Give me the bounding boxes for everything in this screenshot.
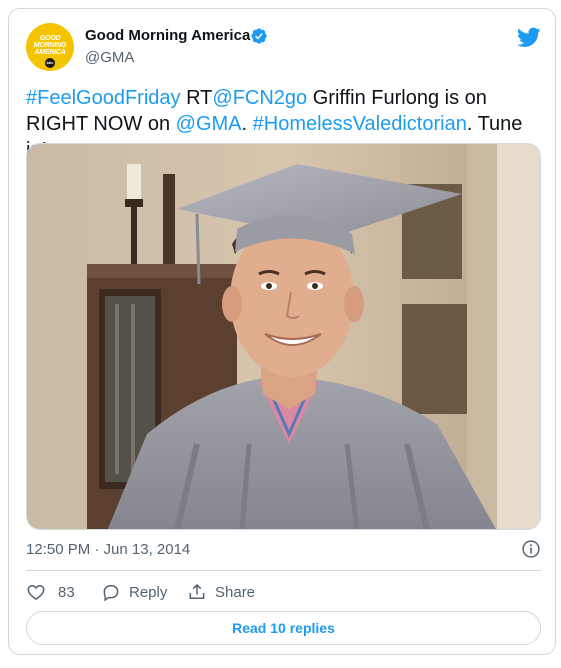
read-replies-button[interactable]: Read 10 replies	[26, 611, 541, 645]
reply-bubble-icon	[103, 585, 119, 602]
tweet-photo[interactable]	[26, 143, 541, 530]
like-button[interactable]: 83	[26, 581, 75, 603]
like-count: 83	[58, 583, 75, 601]
share-label: Share	[215, 583, 256, 601]
hashtag-link[interactable]: #FeelGoodFriday	[26, 87, 181, 109]
avatar-logo-text: GOOD MORNING AMERICA	[33, 35, 67, 56]
info-icon[interactable]	[521, 539, 541, 559]
verified-badge-icon	[251, 28, 267, 44]
tweet-timestamp[interactable]: 12:50 PM · Jun 13, 2014	[26, 541, 190, 558]
divider	[26, 570, 541, 571]
mention-link[interactable]: @FCN2go	[212, 87, 307, 109]
share-button[interactable]: Share	[187, 581, 255, 603]
tweet-card: GOOD MORNING AMERICA abc Good Morning Am…	[8, 8, 556, 655]
display-name[interactable]: Good Morning America	[85, 27, 250, 44]
avatar[interactable]: GOOD MORNING AMERICA abc	[26, 23, 74, 71]
text-segment: .	[241, 113, 253, 135]
account-handle[interactable]: @GMA	[85, 49, 134, 66]
abc-logo-badge: abc	[45, 58, 55, 68]
hashtag-link[interactable]: #HomelessValedictorian	[253, 113, 467, 135]
reply-label: Reply	[129, 583, 168, 601]
heart-icon	[27, 584, 45, 600]
mention-link[interactable]: @GMA	[176, 113, 242, 135]
reply-button[interactable]: Reply	[101, 581, 167, 603]
twitter-bird-icon[interactable]	[517, 25, 541, 49]
share-icon	[189, 583, 205, 599]
graduate-photo	[27, 144, 540, 529]
text-segment: RT	[180, 87, 213, 109]
